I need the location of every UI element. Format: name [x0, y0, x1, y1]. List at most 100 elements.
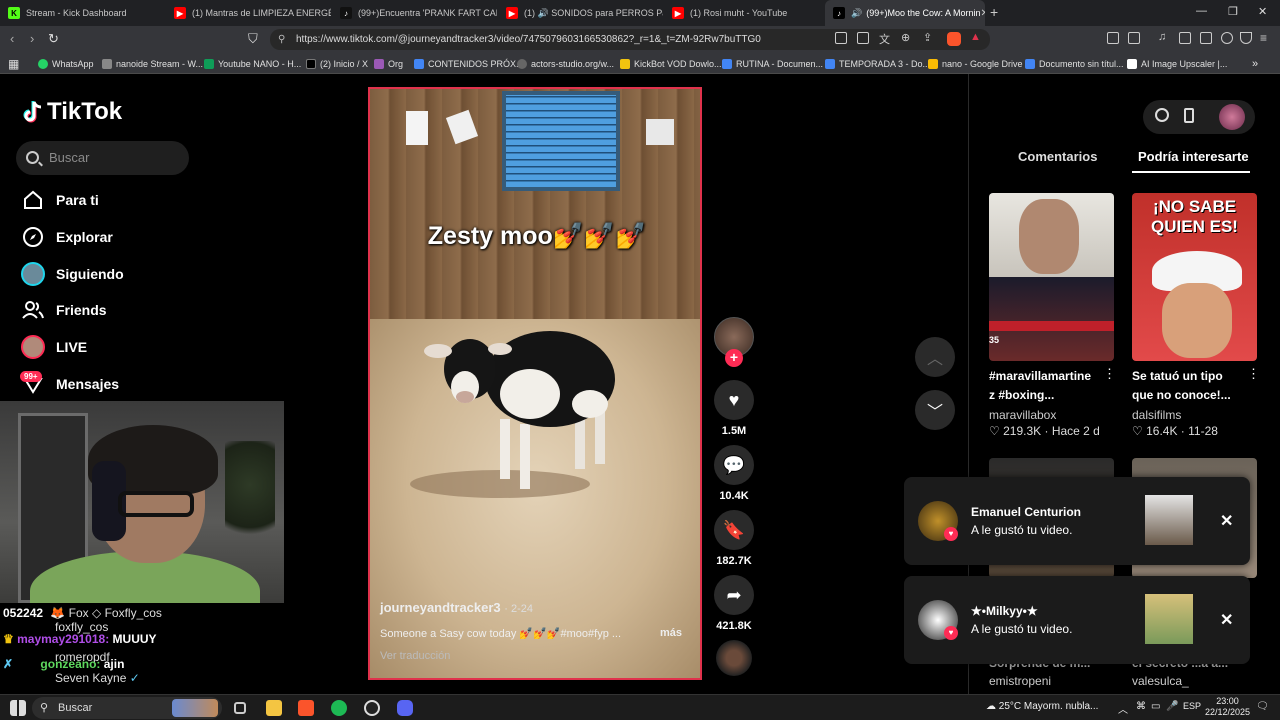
like-notification[interactable]: ♥ ★•Milkyy•★ A le gustó tu video. ✕	[904, 576, 1250, 664]
browser-tab-active[interactable]: ♪ 🔊 (99+)Moo the Cow: A Mornin ✕	[825, 0, 985, 26]
bookmark-item[interactable]: KickBot VOD Dowlo...	[620, 56, 722, 71]
browser-tab[interactable]: ▶ (1) Mantras de LIMPIEZA ENERGÉTIC	[166, 0, 331, 26]
extensions-icon[interactable]	[1107, 32, 1119, 44]
more-options-icon[interactable]: ⋮	[1247, 366, 1260, 382]
share-icon[interactable]: ⇪	[923, 31, 932, 44]
phone-icon[interactable]	[1184, 108, 1194, 123]
previous-video-button[interactable]: ︿	[915, 337, 955, 377]
nav-item-siguiendo[interactable]: Siguiendo	[20, 259, 124, 289]
nav-item-friends[interactable]: Friends	[20, 295, 107, 325]
video-player[interactable]: Zesty moo💅💅💅 journeyandtracker3 · 2-24 S…	[368, 87, 702, 680]
more-link[interactable]: más	[660, 627, 682, 639]
translate-icon[interactable]: 文	[879, 31, 890, 47]
browser-tab[interactable]: ♪ (99+)Encuentra 'PRANK FART CALLE'	[332, 0, 497, 26]
compass-icon[interactable]	[1155, 108, 1169, 122]
close-icon[interactable]: ✕	[1220, 610, 1233, 630]
video-username[interactable]: journeyandtracker3	[380, 600, 501, 615]
close-icon[interactable]: ✕	[1220, 511, 1233, 531]
more-options-icon[interactable]: ⋮	[1103, 366, 1116, 382]
recommended-author[interactable]: maravillabox	[989, 408, 1056, 422]
bookmark-item[interactable]: CONTENIDOS PRÓX...	[414, 56, 524, 71]
search-input[interactable]: Buscar	[16, 141, 189, 175]
forward-button[interactable]: ›	[30, 31, 34, 46]
comment-button[interactable]: 💬 10.4K	[713, 445, 755, 502]
bookmark-icon[interactable]: ⛉	[248, 31, 258, 47]
shield-icon[interactable]	[1240, 32, 1252, 44]
translate-link[interactable]: Ver traducción	[380, 650, 694, 662]
bookmark-item[interactable]: Documento sin títul...	[1025, 56, 1124, 71]
close-tab-icon[interactable]: ✕	[981, 8, 985, 19]
share-button[interactable]: ➦ 421.8K	[713, 575, 755, 632]
bookmark-item[interactable]: TEMPORADA 3 - Do...	[825, 56, 930, 71]
weather-widget[interactable]: ☁ 25°C Mayorm. nubla...	[986, 701, 1098, 712]
taskbar-search[interactable]: ⚲ Buscar	[32, 697, 222, 719]
tab-comentarios[interactable]: Comentarios	[1018, 149, 1097, 164]
task-view-icon[interactable]	[234, 702, 246, 714]
reload-button[interactable]: ↻	[48, 31, 59, 47]
tab-podria-interesarte[interactable]: Podría interesarte	[1138, 149, 1249, 164]
cast-icon[interactable]	[857, 32, 869, 44]
no-video-icon[interactable]	[835, 32, 847, 44]
browser-tab[interactable]: ▶ (1) 🔊 SONIDOS para PERROS Para C	[498, 0, 663, 26]
browser-tab[interactable]: K Stream - Kick Dashboard	[0, 0, 165, 26]
spotify-icon[interactable]	[331, 700, 347, 716]
bookmark-item[interactable]: WhatsApp	[38, 56, 94, 71]
nav-item-explorar[interactable]: Explorar	[20, 222, 113, 252]
bookmark-item[interactable]: RUTINA - Documen...	[722, 56, 823, 71]
rewards-icon[interactable]: ▲	[970, 31, 981, 43]
recommended-title[interactable]: Se tatuó un tipo que no conoce!...	[1132, 367, 1242, 405]
nav-item-live[interactable]: LIVE	[20, 332, 87, 362]
bookmark-item[interactable]: AI Image Upscaler |...	[1127, 56, 1227, 71]
recommended-thumb[interactable]: ¡NO SABE QUIEN ES!	[1132, 193, 1257, 361]
bookmark-item[interactable]: Youtube NANO - H...	[204, 56, 301, 71]
new-tab-button[interactable]: +	[990, 4, 998, 20]
close-window-button[interactable]: ✕	[1258, 5, 1267, 18]
like-button[interactable]: ♥ 1.5M	[713, 380, 755, 437]
restore-button[interactable]: ❐	[1228, 5, 1238, 18]
creator-avatar[interactable]: +	[713, 317, 755, 367]
brave-shield-icon[interactable]	[947, 32, 961, 46]
microphone-icon[interactable]: 🎤	[1166, 701, 1178, 712]
vpn-icon[interactable]	[1221, 32, 1233, 44]
menu-icon[interactable]: ≡	[1260, 31, 1267, 45]
recommended-thumb[interactable]: 35	[989, 193, 1114, 361]
site-info-icon[interactable]: ⚲	[278, 29, 285, 50]
profile-avatar[interactable]	[1219, 104, 1245, 130]
media-icon[interactable]: ♫	[1158, 31, 1166, 43]
bookmark-item[interactable]: nanoide Stream - W...	[102, 56, 203, 71]
file-explorer-icon[interactable]	[266, 700, 282, 716]
recommended-author[interactable]: dalsifilms	[1132, 408, 1181, 422]
follow-plus-icon[interactable]: +	[725, 349, 743, 367]
bookmark-item[interactable]: Org	[374, 56, 403, 71]
discord-icon[interactable]	[397, 700, 413, 716]
notification-icon[interactable]: 🗨	[1256, 701, 1269, 712]
browser-tab[interactable]: ▶ (1) Rosi muht - YouTube	[664, 0, 824, 26]
recommended-author[interactable]: emistropeni	[989, 674, 1051, 688]
windows-start-icon[interactable]	[10, 700, 26, 716]
clock[interactable]: 23:00 22/12/2025	[1205, 696, 1250, 718]
apps-grid-icon[interactable]: ▦	[8, 56, 19, 71]
minimize-button[interactable]: —	[1196, 5, 1207, 17]
tiktok-logo[interactable]: TikTok	[22, 98, 122, 126]
sidebar-icon[interactable]	[1179, 32, 1191, 44]
obs-icon[interactable]	[364, 700, 380, 716]
network-icon[interactable]: ⌘	[1136, 701, 1146, 712]
screenshot-icon[interactable]	[1128, 32, 1140, 44]
nav-item-para-ti[interactable]: Para ti	[20, 185, 99, 215]
tray-overflow-icon[interactable]: ︿	[1118, 701, 1128, 716]
more-bookmarks-icon[interactable]: »	[1252, 56, 1258, 71]
save-button[interactable]: 🔖 182.7K	[713, 510, 755, 567]
wallet-icon[interactable]	[1200, 32, 1212, 44]
zoom-icon[interactable]: ⊕	[901, 31, 910, 44]
recommended-author[interactable]: valesulca_	[1132, 674, 1189, 688]
recommended-title[interactable]: #maravillamartine z #boxing...	[989, 367, 1099, 405]
music-disc[interactable]	[713, 640, 755, 676]
brave-icon[interactable]	[298, 700, 314, 716]
battery-icon[interactable]: ▭	[1151, 701, 1160, 712]
back-button[interactable]: ‹	[10, 31, 14, 46]
next-video-button[interactable]: ﹀	[915, 390, 955, 430]
bookmark-item[interactable]: (2) Inicio / X	[306, 56, 368, 71]
language-indicator[interactable]: ESP	[1183, 701, 1201, 711]
bookmark-item[interactable]: nano - Google Drive	[928, 56, 1023, 71]
bookmark-item[interactable]: actors-studio.org/w...	[517, 56, 614, 71]
